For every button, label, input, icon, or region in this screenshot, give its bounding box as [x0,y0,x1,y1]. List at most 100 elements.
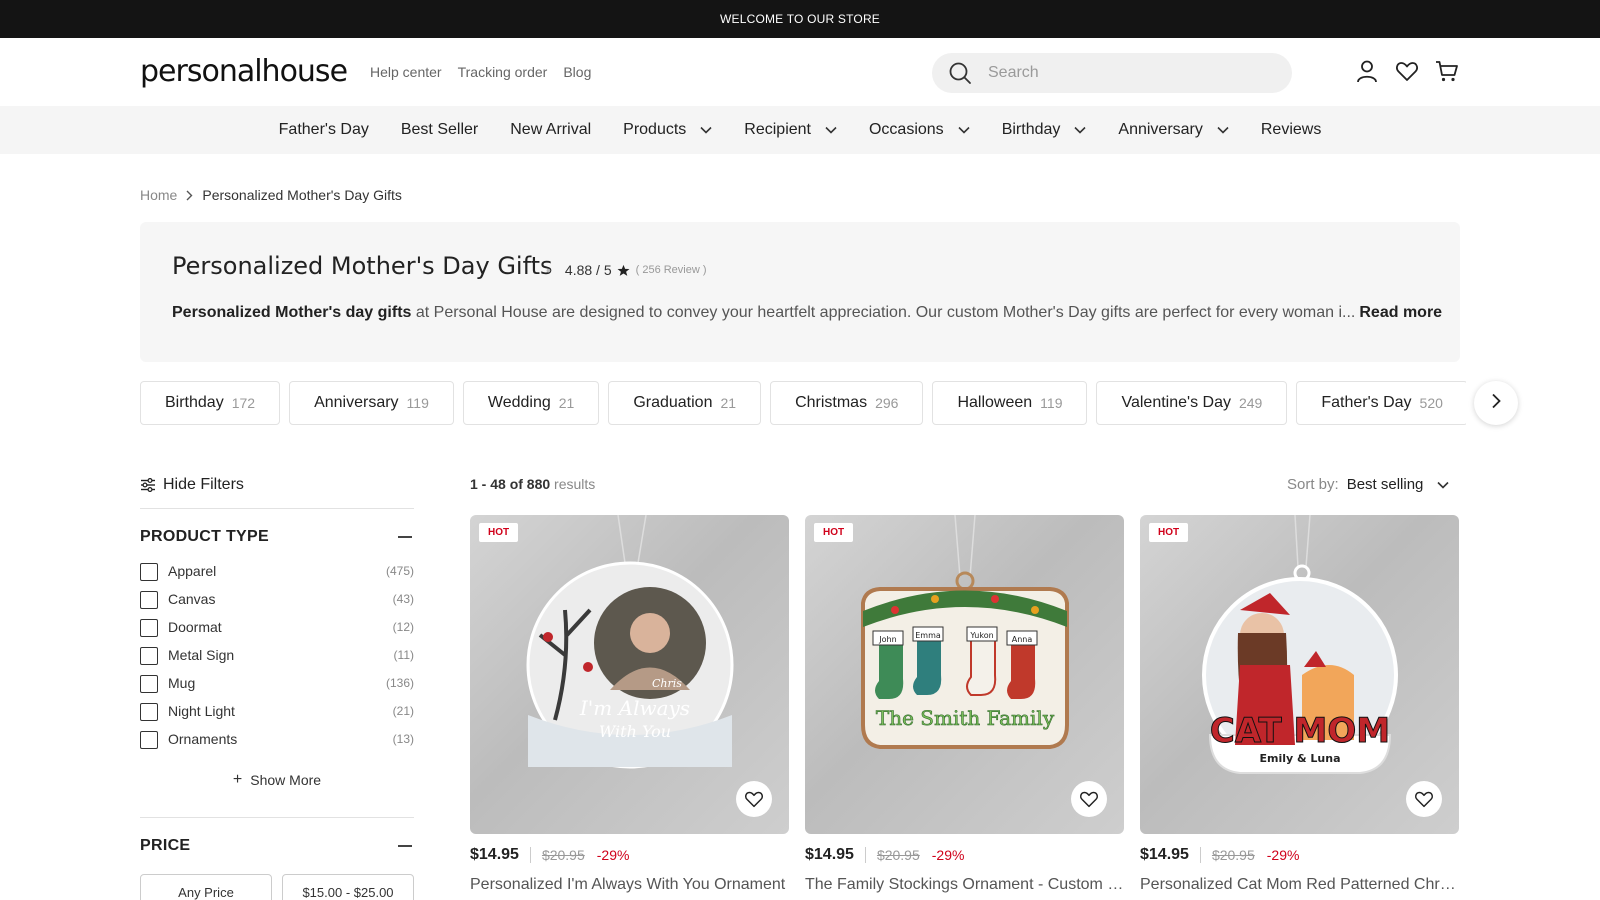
filter-mug[interactable]: Mug (136) [140,669,414,697]
filter-label: Night Light [168,703,235,719]
product-type-title: PRODUCT TYPE [140,528,269,545]
chevron-down-icon [958,126,970,134]
product-image[interactable]: John Emma Yukon Anna The Smith Family HO… [805,515,1124,834]
discount-percent: -29% [596,847,630,863]
product-image[interactable]: Chris I'm Always With You HOT [470,515,789,834]
chip-fathers-day[interactable]: Father's Day 520 [1296,381,1466,425]
read-more-link[interactable]: Read more [1359,304,1442,321]
filter-doormat[interactable]: Doormat (12) [140,613,414,641]
breadcrumb-current: Personalized Mother's Day Gifts [202,187,402,203]
chip-valentines-day[interactable]: Valentine's Day 249 [1096,381,1288,425]
breadcrumb-home[interactable]: Home [140,187,177,203]
hot-badge: HOT [479,523,519,542]
tracking-order-link[interactable]: Tracking order [458,64,548,80]
nav-products[interactable]: Products [623,121,712,139]
filter-count: (136) [385,676,414,690]
price-any[interactable]: Any Price [140,874,272,900]
checkbox[interactable] [140,591,158,609]
chevron-down-icon [1217,126,1229,134]
price-header[interactable]: PRICE [140,832,414,860]
filter-count: (12) [392,620,414,634]
product-title[interactable]: Personalized Cat Mom Red Patterned Chris… [1140,876,1459,894]
product-prices: $14.95 $20.95 -29% [805,845,1124,865]
hide-filters-button[interactable]: Hide Filters [140,472,414,498]
chip-label: Birthday [165,394,224,411]
top-links: Help center Tracking order Blog [370,64,591,80]
filter-apparel[interactable]: Apparel (475) [140,557,414,585]
product-title[interactable]: The Family Stockings Ornament - Custom F… [805,876,1124,894]
occasion-chips: Birthday 172 Anniversary 119 Wedding 21 Gra… [140,381,1466,425]
help-center-link[interactable]: Help center [370,64,442,80]
nav-label: Anniversary [1118,121,1203,138]
chip-halloween[interactable]: Halloween 119 [932,381,1088,425]
filter-night-light[interactable]: Night Light (21) [140,697,414,725]
logo[interactable]: personalhouse [140,54,348,89]
breadcrumb: Home Personalized Mother's Day Gifts [140,187,402,203]
page-title: Personalized Mother's Day Gifts [172,252,553,280]
wishlist-heart-icon[interactable] [736,781,772,817]
hot-badge: HOT [1149,523,1189,542]
checkbox[interactable] [140,619,158,637]
nav-label: Recipient [744,121,811,138]
product-title[interactable]: Personalized I'm Always With You Ornamen… [470,876,789,894]
nav-birthday[interactable]: Birthday [1002,121,1087,139]
collapse-icon[interactable] [398,845,412,847]
product-type-header[interactable]: PRODUCT TYPE [140,523,414,551]
chip-christmas[interactable]: Christmas 296 [770,381,924,425]
nav-anniversary[interactable]: Anniversary [1118,121,1229,139]
checkbox[interactable] [140,563,158,581]
price-divider [1199,847,1201,863]
nav-recipient[interactable]: Recipient [744,121,837,139]
filter-ornaments[interactable]: Ornaments (13) [140,725,414,753]
search-input[interactable] [988,64,1268,82]
chevron-down-icon [1437,481,1449,489]
wishlist-heart-icon[interactable] [1406,781,1442,817]
sort-control[interactable]: Sort by: Best selling [1287,476,1449,493]
sort-value[interactable]: Best selling [1347,476,1424,493]
chip-label: Valentine's Day [1121,394,1231,411]
nav-fathers-day[interactable]: Father's Day [279,121,369,139]
filter-sidebar: Hide Filters PRODUCT TYPE Apparel (475) C… [140,472,414,900]
chip-wedding[interactable]: Wedding 21 [462,381,600,425]
search-icon[interactable] [932,53,988,93]
nav-label: Birthday [1001,121,1061,138]
checkbox[interactable] [140,647,158,665]
show-more-label: Show More [250,772,322,788]
checkbox[interactable] [140,703,158,721]
wishlist-icon[interactable] [1394,58,1420,84]
cart-icon[interactable] [1434,58,1460,84]
collapse-icon[interactable] [398,536,412,538]
separator-dot: • [546,262,551,278]
filter-label: Doormat [168,619,222,635]
price-options: Any Price $15.00 - $25.00 [140,874,414,900]
nav-occasions[interactable]: Occasions [869,121,970,139]
wishlist-heart-icon[interactable] [1071,781,1107,817]
filter-canvas[interactable]: Canvas (43) [140,585,414,613]
show-more-button[interactable]: + Show More [140,767,414,793]
checkbox[interactable] [140,675,158,693]
product-image[interactable]: CAT MOM Emily & Luna HOT [1140,515,1459,834]
chip-anniversary[interactable]: Anniversary 119 [289,381,454,425]
nav-best-seller[interactable]: Best Seller [401,121,478,139]
chips-next-button[interactable] [1474,381,1518,425]
divider [140,508,414,509]
nav-reviews[interactable]: Reviews [1261,121,1321,139]
nav-label: Father's Day [278,121,369,138]
nav-new-arrival[interactable]: New Arrival [510,121,591,139]
product-prices: $14.95 $20.95 -29% [470,845,789,865]
original-price: $20.95 [876,847,920,863]
filter-metal-sign[interactable]: Metal Sign (11) [140,641,414,669]
blog-link[interactable]: Blog [563,64,591,80]
checkbox[interactable] [140,731,158,749]
chip-count: 296 [875,395,899,411]
price-15-25[interactable]: $15.00 - $25.00 [282,874,414,900]
header-actions [1354,58,1460,84]
chip-count: 119 [1040,395,1063,411]
chip-birthday[interactable]: Birthday 172 [140,381,281,425]
review-count[interactable]: ( 256 Review ) [636,264,707,276]
chip-graduation[interactable]: Graduation 21 [608,381,762,425]
account-icon[interactable] [1354,58,1380,84]
original-price: $20.95 [1211,847,1255,863]
rating-value: 4.88 / 5 [564,262,612,278]
chevron-down-icon [1074,126,1086,134]
